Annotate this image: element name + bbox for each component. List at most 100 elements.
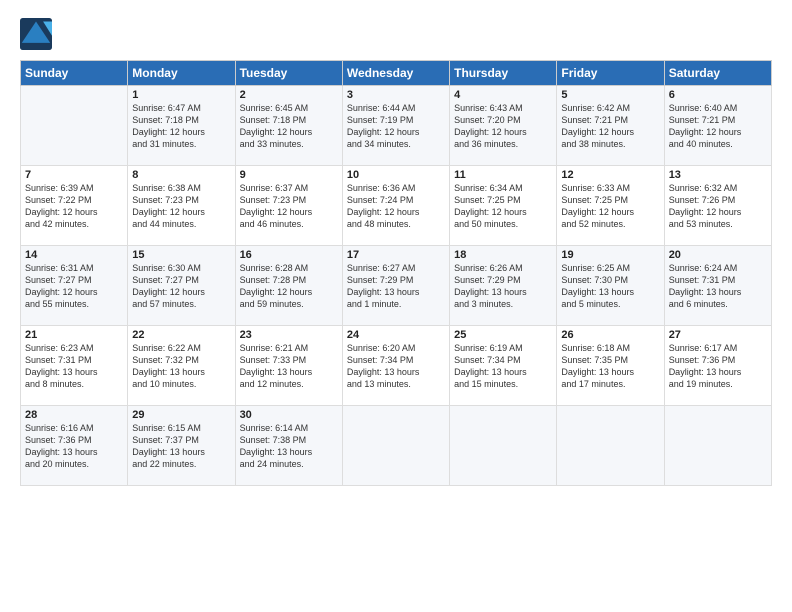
- cell-content: Sunrise: 6:21 AM Sunset: 7:33 PM Dayligh…: [240, 342, 338, 391]
- calendar-cell: 1Sunrise: 6:47 AM Sunset: 7:18 PM Daylig…: [128, 86, 235, 166]
- calendar-cell: 19Sunrise: 6:25 AM Sunset: 7:30 PM Dayli…: [557, 246, 664, 326]
- cell-content: Sunrise: 6:39 AM Sunset: 7:22 PM Dayligh…: [25, 182, 123, 231]
- day-header-saturday: Saturday: [664, 61, 771, 86]
- cell-content: Sunrise: 6:19 AM Sunset: 7:34 PM Dayligh…: [454, 342, 552, 391]
- calendar-cell: 9Sunrise: 6:37 AM Sunset: 7:23 PM Daylig…: [235, 166, 342, 246]
- day-number: 29: [132, 409, 230, 421]
- cell-content: Sunrise: 6:34 AM Sunset: 7:25 PM Dayligh…: [454, 182, 552, 231]
- day-number: 20: [669, 249, 767, 261]
- cell-content: Sunrise: 6:43 AM Sunset: 7:20 PM Dayligh…: [454, 102, 552, 151]
- day-header-sunday: Sunday: [21, 61, 128, 86]
- cell-content: Sunrise: 6:42 AM Sunset: 7:21 PM Dayligh…: [561, 102, 659, 151]
- day-number: 10: [347, 169, 445, 181]
- day-number: 26: [561, 329, 659, 341]
- day-number: 17: [347, 249, 445, 261]
- cell-content: Sunrise: 6:14 AM Sunset: 7:38 PM Dayligh…: [240, 422, 338, 471]
- day-number: 24: [347, 329, 445, 341]
- calendar-cell: 6Sunrise: 6:40 AM Sunset: 7:21 PM Daylig…: [664, 86, 771, 166]
- calendar-cell: [342, 406, 449, 486]
- calendar-cell: 18Sunrise: 6:26 AM Sunset: 7:29 PM Dayli…: [450, 246, 557, 326]
- page: SundayMondayTuesdayWednesdayThursdayFrid…: [0, 0, 792, 498]
- week-row-5: 28Sunrise: 6:16 AM Sunset: 7:36 PM Dayli…: [21, 406, 772, 486]
- calendar-cell: 2Sunrise: 6:45 AM Sunset: 7:18 PM Daylig…: [235, 86, 342, 166]
- calendar-cell: 13Sunrise: 6:32 AM Sunset: 7:26 PM Dayli…: [664, 166, 771, 246]
- cell-content: Sunrise: 6:38 AM Sunset: 7:23 PM Dayligh…: [132, 182, 230, 231]
- calendar-cell: 12Sunrise: 6:33 AM Sunset: 7:25 PM Dayli…: [557, 166, 664, 246]
- day-number: 18: [454, 249, 552, 261]
- calendar-cell: 28Sunrise: 6:16 AM Sunset: 7:36 PM Dayli…: [21, 406, 128, 486]
- cell-content: Sunrise: 6:15 AM Sunset: 7:37 PM Dayligh…: [132, 422, 230, 471]
- day-number: 1: [132, 89, 230, 101]
- cell-content: Sunrise: 6:30 AM Sunset: 7:27 PM Dayligh…: [132, 262, 230, 311]
- cell-content: Sunrise: 6:44 AM Sunset: 7:19 PM Dayligh…: [347, 102, 445, 151]
- day-number: 15: [132, 249, 230, 261]
- cell-content: Sunrise: 6:32 AM Sunset: 7:26 PM Dayligh…: [669, 182, 767, 231]
- cell-content: Sunrise: 6:16 AM Sunset: 7:36 PM Dayligh…: [25, 422, 123, 471]
- day-number: 19: [561, 249, 659, 261]
- header-row: SundayMondayTuesdayWednesdayThursdayFrid…: [21, 61, 772, 86]
- calendar-cell: [557, 406, 664, 486]
- day-number: 7: [25, 169, 123, 181]
- cell-content: Sunrise: 6:23 AM Sunset: 7:31 PM Dayligh…: [25, 342, 123, 391]
- calendar-cell: 7Sunrise: 6:39 AM Sunset: 7:22 PM Daylig…: [21, 166, 128, 246]
- calendar-table: SundayMondayTuesdayWednesdayThursdayFrid…: [20, 60, 772, 486]
- cell-content: Sunrise: 6:37 AM Sunset: 7:23 PM Dayligh…: [240, 182, 338, 231]
- day-number: 21: [25, 329, 123, 341]
- day-header-tuesday: Tuesday: [235, 61, 342, 86]
- week-row-1: 1Sunrise: 6:47 AM Sunset: 7:18 PM Daylig…: [21, 86, 772, 166]
- calendar-cell: 14Sunrise: 6:31 AM Sunset: 7:27 PM Dayli…: [21, 246, 128, 326]
- cell-content: Sunrise: 6:47 AM Sunset: 7:18 PM Dayligh…: [132, 102, 230, 151]
- cell-content: Sunrise: 6:24 AM Sunset: 7:31 PM Dayligh…: [669, 262, 767, 311]
- cell-content: Sunrise: 6:31 AM Sunset: 7:27 PM Dayligh…: [25, 262, 123, 311]
- logo: [20, 18, 56, 50]
- cell-content: Sunrise: 6:45 AM Sunset: 7:18 PM Dayligh…: [240, 102, 338, 151]
- cell-content: Sunrise: 6:26 AM Sunset: 7:29 PM Dayligh…: [454, 262, 552, 311]
- cell-content: Sunrise: 6:18 AM Sunset: 7:35 PM Dayligh…: [561, 342, 659, 391]
- calendar-cell: 5Sunrise: 6:42 AM Sunset: 7:21 PM Daylig…: [557, 86, 664, 166]
- calendar-cell: [450, 406, 557, 486]
- cell-content: Sunrise: 6:33 AM Sunset: 7:25 PM Dayligh…: [561, 182, 659, 231]
- calendar-cell: 22Sunrise: 6:22 AM Sunset: 7:32 PM Dayli…: [128, 326, 235, 406]
- day-number: 14: [25, 249, 123, 261]
- calendar-cell: 24Sunrise: 6:20 AM Sunset: 7:34 PM Dayli…: [342, 326, 449, 406]
- day-number: 25: [454, 329, 552, 341]
- cell-content: Sunrise: 6:28 AM Sunset: 7:28 PM Dayligh…: [240, 262, 338, 311]
- calendar-cell: 8Sunrise: 6:38 AM Sunset: 7:23 PM Daylig…: [128, 166, 235, 246]
- day-header-monday: Monday: [128, 61, 235, 86]
- calendar-cell: 27Sunrise: 6:17 AM Sunset: 7:36 PM Dayli…: [664, 326, 771, 406]
- logo-icon: [20, 18, 52, 50]
- day-number: 22: [132, 329, 230, 341]
- day-number: 5: [561, 89, 659, 101]
- calendar-cell: 21Sunrise: 6:23 AM Sunset: 7:31 PM Dayli…: [21, 326, 128, 406]
- calendar-cell: 30Sunrise: 6:14 AM Sunset: 7:38 PM Dayli…: [235, 406, 342, 486]
- week-row-4: 21Sunrise: 6:23 AM Sunset: 7:31 PM Dayli…: [21, 326, 772, 406]
- cell-content: Sunrise: 6:40 AM Sunset: 7:21 PM Dayligh…: [669, 102, 767, 151]
- calendar-cell: 17Sunrise: 6:27 AM Sunset: 7:29 PM Dayli…: [342, 246, 449, 326]
- calendar-cell: 16Sunrise: 6:28 AM Sunset: 7:28 PM Dayli…: [235, 246, 342, 326]
- cell-content: Sunrise: 6:20 AM Sunset: 7:34 PM Dayligh…: [347, 342, 445, 391]
- day-number: 8: [132, 169, 230, 181]
- calendar-cell: 11Sunrise: 6:34 AM Sunset: 7:25 PM Dayli…: [450, 166, 557, 246]
- week-row-2: 7Sunrise: 6:39 AM Sunset: 7:22 PM Daylig…: [21, 166, 772, 246]
- calendar-cell: 20Sunrise: 6:24 AM Sunset: 7:31 PM Dayli…: [664, 246, 771, 326]
- cell-content: Sunrise: 6:27 AM Sunset: 7:29 PM Dayligh…: [347, 262, 445, 311]
- day-number: 28: [25, 409, 123, 421]
- day-number: 12: [561, 169, 659, 181]
- header: [20, 18, 772, 50]
- day-number: 16: [240, 249, 338, 261]
- calendar-cell: 15Sunrise: 6:30 AM Sunset: 7:27 PM Dayli…: [128, 246, 235, 326]
- calendar-cell: [21, 86, 128, 166]
- day-number: 30: [240, 409, 338, 421]
- cell-content: Sunrise: 6:17 AM Sunset: 7:36 PM Dayligh…: [669, 342, 767, 391]
- cell-content: Sunrise: 6:36 AM Sunset: 7:24 PM Dayligh…: [347, 182, 445, 231]
- calendar-cell: 10Sunrise: 6:36 AM Sunset: 7:24 PM Dayli…: [342, 166, 449, 246]
- day-header-wednesday: Wednesday: [342, 61, 449, 86]
- week-row-3: 14Sunrise: 6:31 AM Sunset: 7:27 PM Dayli…: [21, 246, 772, 326]
- day-number: 6: [669, 89, 767, 101]
- day-number: 3: [347, 89, 445, 101]
- calendar-cell: 4Sunrise: 6:43 AM Sunset: 7:20 PM Daylig…: [450, 86, 557, 166]
- day-number: 23: [240, 329, 338, 341]
- calendar-cell: 29Sunrise: 6:15 AM Sunset: 7:37 PM Dayli…: [128, 406, 235, 486]
- calendar-cell: 26Sunrise: 6:18 AM Sunset: 7:35 PM Dayli…: [557, 326, 664, 406]
- calendar-cell: 23Sunrise: 6:21 AM Sunset: 7:33 PM Dayli…: [235, 326, 342, 406]
